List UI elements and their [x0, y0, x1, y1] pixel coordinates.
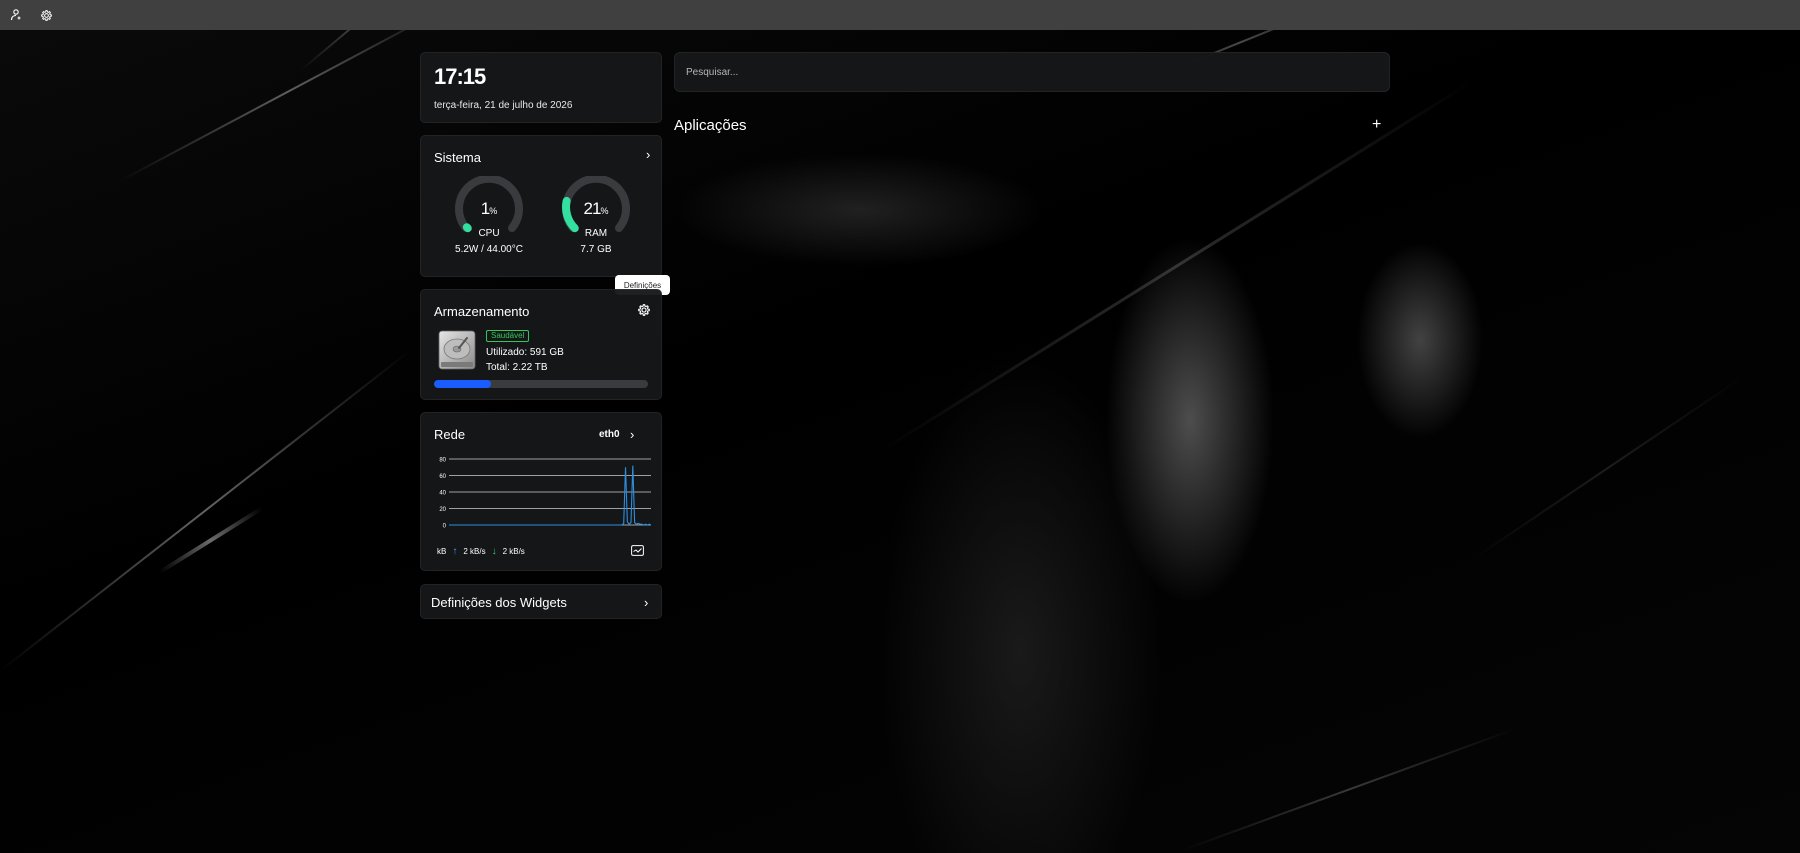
network-unit: kB: [437, 547, 447, 556]
clock-time: 17:15: [434, 64, 486, 89]
search-input[interactable]: [674, 52, 1390, 92]
hard-disk-icon: [437, 330, 477, 370]
wallpaper: [0, 30, 1800, 853]
widget-settings-label: Definições dos Widgets: [431, 595, 567, 610]
status-badge: Saudável: [486, 330, 530, 342]
add-app-button[interactable]: +: [1372, 117, 1381, 133]
ram-value: 21%: [583, 199, 609, 218]
storage-used: Utilizado: 591 GB: [486, 347, 564, 358]
widget-settings-chevron-right-icon: ›: [644, 595, 649, 610]
download-rate: 2 kB/s: [502, 547, 525, 556]
ram-detail: 7.7 GB: [580, 244, 612, 255]
system-widget: Sistema › 1% CPU 5.2W / 44.00°C 21% RAM …: [420, 135, 662, 277]
clock-date: terça-feira, 21 de julho de 2026: [434, 100, 573, 111]
top-bar: [0, 0, 1800, 30]
storage-settings-gear-icon[interactable]: [637, 303, 651, 317]
storage-progress-fill: [434, 380, 491, 388]
y-tick-label: 40: [439, 491, 446, 497]
download-arrow-icon: ↓: [491, 546, 497, 557]
clock-widget: 17:15 terça-feira, 21 de julho de 2026: [420, 52, 662, 123]
cpu-detail: 5.2W / 44.00°C: [455, 244, 523, 255]
storage-progress-bar: [434, 380, 648, 388]
y-tick-label: 0: [443, 524, 447, 530]
network-legend: kB ↑ 2 kB/s ↓ 2 kB/s: [437, 546, 525, 557]
apps-title: Aplicações: [674, 117, 747, 134]
interface-selector[interactable]: eth0: [599, 429, 620, 440]
network-widget: Rede eth0 › 80 60 40 20 0 kB ↑ 2 kB/s ↓ 2 kB…: [420, 412, 662, 571]
y-tick-label: 80: [439, 458, 446, 464]
system-chevron-right-icon[interactable]: ›: [646, 148, 650, 161]
network-chevron-right-icon[interactable]: ›: [630, 428, 634, 441]
network-title: Rede: [434, 427, 466, 442]
user-network-icon[interactable]: [8, 7, 24, 23]
network-series-line: [449, 465, 652, 526]
monitor-icon[interactable]: [631, 543, 645, 556]
gear-icon[interactable]: [38, 7, 54, 23]
storage-widget: Armazenamento Saudável Utilizado: 591 GB…: [420, 289, 662, 400]
system-title: Sistema: [434, 150, 481, 165]
cpu-value: 1%: [480, 199, 498, 218]
y-tick-label: 20: [439, 507, 446, 513]
widget-settings-button[interactable]: Definições dos Widgets ›: [420, 584, 662, 619]
cpu-label: CPU: [478, 228, 500, 239]
upload-arrow-icon: ↑: [452, 546, 458, 557]
ram-label: RAM: [584, 228, 608, 239]
network-chart: 80 60 40 20 0: [439, 458, 652, 530]
y-tick-label: 60: [439, 474, 446, 480]
storage-total: Total: 2.22 TB: [486, 362, 548, 373]
storage-title: Armazenamento: [434, 304, 530, 319]
upload-rate: 2 kB/s: [463, 547, 486, 556]
